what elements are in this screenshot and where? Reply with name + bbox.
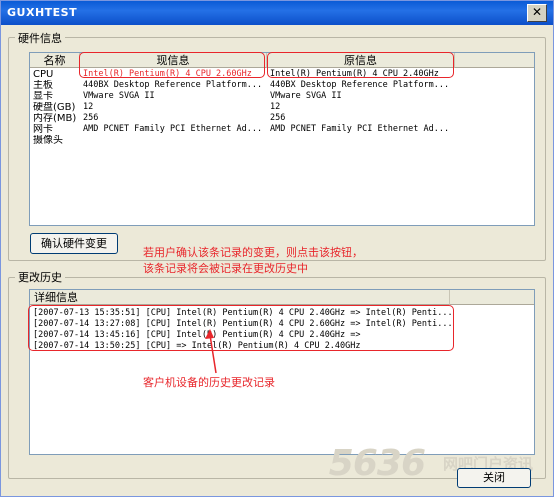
- hardware-row-original: VMware SVGA II: [270, 91, 342, 101]
- hardware-row-original: 256: [270, 113, 286, 123]
- original-column-highlight: [267, 52, 454, 78]
- title-bar: GUXHTEST ✕: [1, 1, 553, 25]
- watermark-number: 5636: [328, 443, 426, 484]
- history-group-label: 更改历史: [15, 269, 65, 285]
- current-column-highlight: [79, 52, 265, 78]
- hardware-row-current: 12: [83, 102, 94, 112]
- annotation-arrow: [205, 329, 217, 374]
- close-window-icon[interactable]: ✕: [527, 4, 547, 22]
- hardware-row-current: 256: [83, 113, 99, 123]
- hardware-row-original: AMD PCNET Family PCI Ethernet Ad...: [270, 124, 450, 134]
- hardware-row-current: VMware SVGA II: [83, 91, 155, 101]
- confirm-hardware-change-button[interactable]: 确认硬件变更: [30, 233, 118, 254]
- hardware-table: 名称 现信息 原信息 CPU Intel(R) Pentium(R) 4 CPU…: [29, 52, 535, 226]
- column-header-filler: [455, 53, 534, 68]
- confirm-note-line2: 该条记录将会被记录在更改历史中: [143, 262, 308, 275]
- confirm-note-line1: 若用户确认该条记录的变更，则点击该按钮，: [143, 246, 363, 259]
- main-window: GUXHTEST ✕ 硬件信息 名称 现信息 原信息 CPU Intel(R) …: [0, 0, 554, 497]
- hardware-row-name: CPU: [33, 69, 54, 80]
- history-note: 客户机设备的历史更改记录: [143, 376, 275, 389]
- column-header-name[interactable]: 名称: [30, 53, 80, 68]
- history-column-filler: [450, 290, 534, 305]
- history-column-header[interactable]: 详细信息: [30, 290, 450, 305]
- close-button[interactable]: 关闭: [457, 468, 531, 488]
- window-title: GUXHTEST: [7, 6, 78, 19]
- hardware-row-name: 硬盘(GB): [33, 102, 76, 113]
- history-rows-highlight: [28, 305, 454, 351]
- hardware-row-name: 摄像头: [33, 135, 63, 146]
- hardware-row-current: 440BX Desktop Reference Platform...: [83, 80, 263, 90]
- hardware-row-name: 显卡: [33, 91, 53, 102]
- hardware-row-name: 网卡: [33, 124, 53, 135]
- hardware-row-original: 12: [270, 102, 281, 112]
- hardware-row-name: 内存(MB): [33, 113, 77, 124]
- hardware-row-original: 440BX Desktop Reference Platform...: [270, 80, 450, 90]
- hardware-row-current: AMD PCNET Family PCI Ethernet Ad...: [83, 124, 263, 134]
- hardware-group-label: 硬件信息: [15, 30, 65, 46]
- hardware-row-name: 主板: [33, 80, 53, 91]
